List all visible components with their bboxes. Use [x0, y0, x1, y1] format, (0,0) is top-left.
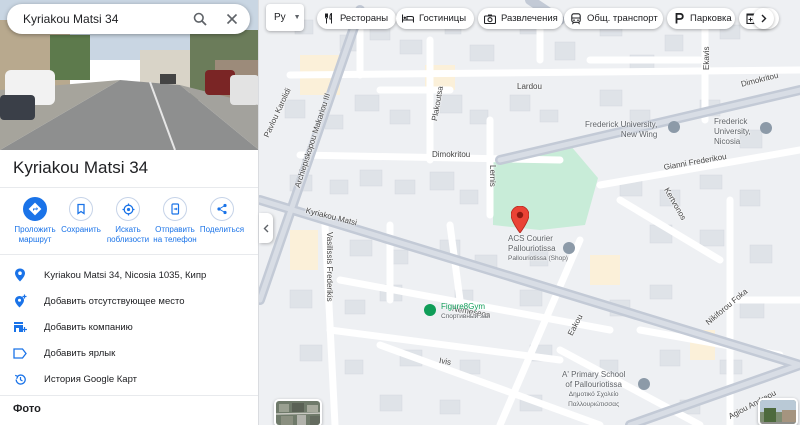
chip-hotels-label: Гостиницы	[419, 13, 467, 24]
chip-entertainment[interactable]: Развлечения	[478, 8, 563, 29]
directions-label: Проложить маршрут	[14, 225, 56, 244]
poi-sub-primary-school: Δημοτικό Σχολείο Παλλουριώτισσας	[568, 391, 620, 408]
location-pin-icon	[12, 267, 28, 283]
bookmark-icon	[69, 197, 93, 221]
add-missing-place-text: Добавить отсутствующее место	[44, 295, 185, 307]
place-title: Kyriakou Matsi 34	[13, 158, 149, 177]
send-to-phone-button[interactable]: Отправить на телефон	[150, 197, 200, 245]
chip-parking-label: Парковка	[690, 13, 732, 24]
share-button[interactable]: Поделиться	[197, 197, 247, 235]
poi-label-frederick-new-wing[interactable]: Frederick University, New Wing	[585, 120, 657, 140]
language-selector[interactable]: Ру ▼	[266, 4, 304, 31]
share-label: Поделиться	[199, 225, 245, 234]
nearby-icon	[116, 197, 140, 221]
send-to-phone-icon	[163, 197, 187, 221]
poi-icon-primary-school[interactable]	[638, 378, 650, 390]
language-code: Ру	[274, 12, 286, 23]
save-label: Сохранить	[61, 225, 101, 234]
poi-icon-frederick-university[interactable]	[760, 122, 772, 134]
poi-label-primary-school[interactable]: A' Primary School of Pallouriotissa Δημο…	[562, 370, 625, 410]
search-box[interactable]	[7, 4, 250, 34]
nearby-label: Искать поблизости	[106, 225, 150, 244]
street-view-icon	[760, 400, 796, 424]
divider	[0, 395, 258, 396]
transit-icon	[570, 12, 582, 25]
poi-sub-acs-courier: Pallouriotissa (Shop)	[508, 255, 568, 262]
street-label-ivis: Ivis	[438, 356, 452, 367]
poi-label-figure8gym[interactable]: Figure8Gym Спортивный зал	[441, 302, 490, 322]
label-icon	[12, 345, 28, 361]
restaurant-icon	[323, 13, 335, 25]
poi-icon-figure8gym[interactable]	[424, 304, 436, 316]
add-business-row[interactable]: Добавить компанию	[0, 315, 258, 339]
photos-heading: Фото	[13, 403, 41, 415]
chip-transit[interactable]: Общ. транспорт	[564, 8, 663, 29]
street-label-lernis: Lernis	[488, 165, 497, 187]
caret-down-icon: ▼	[293, 14, 301, 21]
chevron-left-icon	[263, 224, 269, 232]
chips-scroll-right-button[interactable]	[753, 8, 774, 29]
camera-icon	[484, 13, 496, 25]
maps-history-row[interactable]: История Google Карт	[0, 367, 258, 391]
poi-name-primary-school: A' Primary School of Pallouriotissa	[562, 370, 626, 389]
chip-hotels[interactable]: Гостиницы	[396, 8, 474, 29]
poi-name-acs-courier: ACS Courier Pallouriotissa	[508, 234, 556, 253]
street-label-lardou: Lardou	[517, 82, 542, 91]
poi-label-acs-courier[interactable]: ACS Courier Pallouriotissa Pallouriotiss…	[508, 234, 568, 264]
collapse-panel-button[interactable]	[259, 213, 273, 243]
send-to-phone-label: Отправить на телефон	[153, 225, 197, 244]
add-business-text: Добавить компанию	[44, 321, 133, 333]
chip-entertainment-label: Развлечения	[501, 13, 558, 24]
layers-button[interactable]	[274, 399, 322, 425]
place-marker-icon[interactable]	[511, 206, 529, 233]
street-label-ekavis: Ekavis	[702, 46, 711, 70]
history-icon	[12, 371, 28, 387]
poi-label-frederick-university[interactable]: Frederick University, Nicosia	[714, 117, 751, 147]
add-label-row[interactable]: Добавить ярлык	[0, 341, 258, 365]
poi-name-figure8gym: Figure8Gym	[441, 302, 486, 311]
street-label-dimokritou: Dimokritou	[432, 150, 471, 159]
parking-icon	[673, 13, 685, 25]
chip-restaurants[interactable]: Рестораны	[317, 8, 396, 29]
chip-transit-label: Общ. транспорт	[587, 13, 658, 24]
close-icon[interactable]	[223, 10, 241, 28]
street-label-vasilissis-frederikis: Vasilissis Frederikis	[325, 232, 334, 302]
place-panel: Kyriakou Matsi 34 Проложить маршрут Сохр…	[0, 0, 259, 425]
address-row[interactable]: Kyriakou Matsi 34, Nicosia 1035, Кипр	[0, 263, 258, 287]
add-missing-place-row[interactable]: Добавить отсутствующее место	[0, 289, 258, 313]
divider	[0, 254, 258, 255]
directions-button[interactable]: Проложить маршрут	[10, 197, 60, 245]
satellite-layer-icon	[276, 401, 320, 425]
street-view-thumbnail[interactable]	[758, 398, 798, 425]
chip-restaurants-label: Рестораны	[340, 13, 389, 24]
search-icon[interactable]	[191, 10, 209, 28]
divider	[0, 187, 258, 188]
add-business-icon	[12, 319, 28, 335]
hotel-icon	[402, 13, 414, 25]
directions-icon	[23, 197, 47, 221]
address-text: Kyriakou Matsi 34, Nicosia 1035, Кипр	[44, 269, 207, 281]
maps-history-text: История Google Карт	[44, 373, 137, 385]
nearby-button[interactable]: Искать поблизости	[103, 197, 153, 245]
add-place-icon	[12, 293, 28, 309]
chip-parking[interactable]: Парковка	[667, 8, 735, 29]
search-input[interactable]	[23, 12, 188, 26]
google-maps-app: Kyriakou Matsi Dimokritou Dimokritou Lar…	[0, 0, 800, 425]
share-icon	[210, 197, 234, 221]
save-button[interactable]: Сохранить	[56, 197, 106, 235]
chevron-right-icon	[761, 14, 766, 23]
add-label-text: Добавить ярлык	[44, 347, 116, 359]
poi-sub-figure8gym: Спортивный зал	[441, 313, 491, 320]
poi-icon-frederick-new-wing[interactable]	[668, 121, 680, 133]
